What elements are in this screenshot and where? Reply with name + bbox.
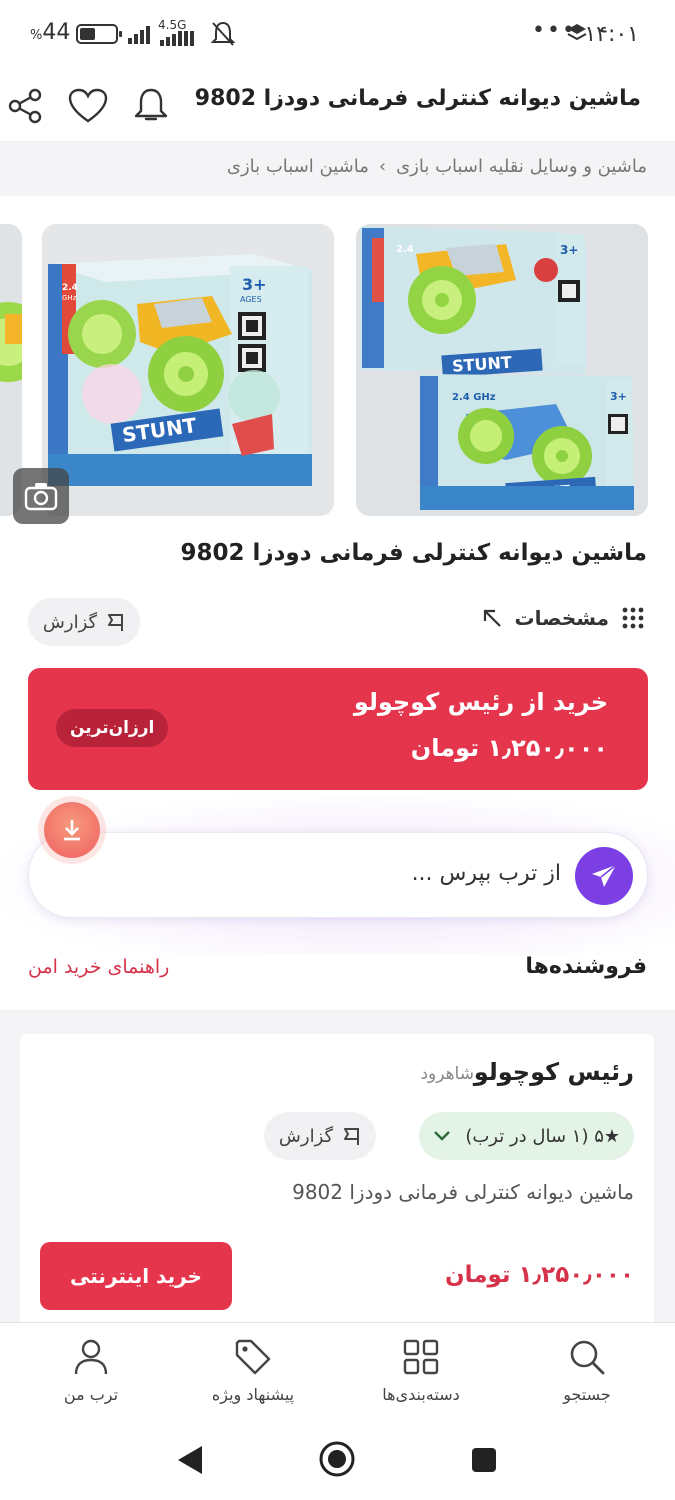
product-photo-1[interactable]: 2.4 3+ STUNT 2.4 GHz 3+ STUNT [356, 224, 648, 516]
toy-box-image: 3+ AGES 2.4 GHz STUNT [42, 224, 334, 516]
clock: ۱۴:۰۱ [584, 22, 639, 47]
breadcrumb-item-toy-car[interactable]: ماشین اسباب بازی [227, 156, 369, 177]
ask-send-button[interactable] [575, 847, 633, 905]
svg-text:3+: 3+ [560, 243, 578, 257]
seller-city: شاهرود [420, 1064, 474, 1084]
seller-name[interactable]: رئیس کوچولو [474, 1058, 634, 1086]
seller-rating-toggle[interactable]: ★۵ (۱ سال در ترب) [419, 1112, 634, 1160]
nav-categories-label: دسته‌بندی‌ها [382, 1385, 460, 1404]
battery-percentage: %44 [30, 20, 71, 45]
offer-price: ۱٫۲۵۰٫۰۰۰ تومان [410, 734, 608, 762]
report-button[interactable]: گزارش [28, 598, 140, 646]
header-title: ماشین دیوانه کنترلی فرمانی دودزا 9802 [194, 86, 641, 111]
svg-text:3+: 3+ [610, 390, 627, 403]
toy-box-image: 2.4 3+ STUNT 2.4 GHz 3+ STUNT [356, 224, 648, 516]
tag-icon [235, 1339, 271, 1375]
breadcrumb-bar: ماشین و وسایل نقلیه اسباب بازی › ماشین ا… [0, 142, 675, 196]
signal-icon [128, 26, 150, 44]
app-header: ماشین دیوانه کنترلی فرمانی دودزا 9802 [0, 70, 675, 142]
camera-icon [24, 483, 58, 511]
specs-label: مشخصات [514, 606, 609, 630]
share-button[interactable] [4, 84, 48, 128]
nav-special-offers[interactable]: پیشنهاد ویژه [183, 1337, 323, 1404]
cheapest-badge: ارزان‌ترین [56, 709, 169, 747]
ask-placeholder: از ترب بپرس ... [411, 861, 561, 886]
breadcrumb: ماشین و وسایل نقلیه اسباب بازی › ماشین ا… [227, 156, 647, 177]
seller-price: ۱٫۲۵۰٫۰۰۰ تومان [444, 1262, 634, 1288]
recents-icon[interactable] [470, 1446, 498, 1474]
seller-report-button[interactable]: گزارش [264, 1112, 376, 1160]
nav-search-label: جستجو [563, 1385, 611, 1404]
grid-dots-icon [622, 607, 644, 629]
status-bar: %44 4.5G ••• ۱۴:۰۱ [0, 0, 675, 70]
download-button[interactable] [44, 802, 100, 858]
svg-text:AGES: AGES [240, 295, 262, 304]
send-icon [592, 864, 617, 887]
product-photo-2[interactable]: 3+ AGES 2.4 GHz STUNT [42, 224, 334, 516]
download-icon [64, 820, 80, 841]
breadcrumb-item-vehicles[interactable]: ماشین و وسایل نقلیه اسباب بازی [396, 156, 647, 177]
report-label: گزارش [42, 611, 98, 633]
svg-text:3+: 3+ [242, 275, 267, 294]
svg-text:2.4 GHz: 2.4 GHz [452, 392, 496, 403]
signal-icon-2 [160, 31, 194, 46]
image-search-button[interactable] [13, 468, 69, 524]
online-buy-button[interactable]: خرید اینترنتی [40, 1242, 232, 1310]
image-gallery[interactable]: 3+ AGES 2.4 GHz STUNT 2.4 3+ STUNT 2.4 G… [0, 222, 675, 518]
seller-card[interactable]: رئیس کوچولو شاهرود ★۵ (۱ سال در ترب) گزا… [20, 1034, 654, 1334]
bell-muted-icon [210, 21, 236, 46]
arrow-up-left-icon [483, 609, 501, 627]
flag-icon [108, 614, 124, 631]
nav-my-torob-label: ترب من [63, 1385, 119, 1404]
grid-icon [403, 1339, 439, 1375]
bottom-navigation: جستجو دسته‌بندی‌ها پیشنهاد ویژه ترب من [0, 1322, 675, 1416]
favorite-button[interactable] [66, 84, 110, 128]
system-navigation-bar [0, 1416, 675, 1500]
sellers-heading: فروشنده‌ها [525, 954, 647, 979]
svg-text:2.4: 2.4 [396, 244, 414, 255]
notify-button[interactable] [129, 84, 173, 128]
specs-link[interactable]: مشخصات [481, 606, 645, 630]
offer-seller-line: خرید از رئیس کوچولو [353, 688, 608, 716]
seller-product-name: ماشین دیوانه کنترلی فرمانی دودزا 9802 [292, 1180, 634, 1204]
flag-icon [344, 1128, 360, 1145]
product-title: ماشین دیوانه کنترلی فرمانی دودزا 9802 [180, 540, 647, 566]
user-icon [74, 1339, 108, 1375]
ask-torob-input[interactable]: از ترب بپرس ... [28, 832, 648, 918]
chevron-down-icon [434, 1131, 451, 1141]
svg-text:2.4: 2.4 [62, 283, 78, 293]
bell-icon [134, 88, 168, 121]
seller-rating: ★۵ (۱ سال در ترب) [465, 1125, 620, 1147]
nav-my-torob[interactable]: ترب من [21, 1337, 161, 1404]
battery-icon [76, 24, 122, 44]
nav-special-offers-label: پیشنهاد ویژه [211, 1385, 295, 1404]
safe-purchase-guide-link[interactable]: راهنمای خرید امن [28, 956, 169, 978]
svg-text:GHz: GHz [62, 294, 77, 302]
back-icon[interactable] [176, 1444, 204, 1476]
home-icon[interactable] [318, 1440, 356, 1478]
nav-search[interactable]: جستجو [517, 1337, 657, 1404]
seller-report-label: گزارش [278, 1125, 334, 1147]
breadcrumb-separator: › [378, 156, 387, 177]
share-icon [8, 88, 42, 124]
search-icon [570, 1340, 605, 1375]
nav-categories[interactable]: دسته‌بندی‌ها [351, 1337, 491, 1404]
cheapest-offer-card[interactable]: خرید از رئیس کوچولو ۱٫۲۵۰٫۰۰۰ تومان ارزا… [28, 668, 648, 790]
heart-icon [68, 88, 108, 123]
